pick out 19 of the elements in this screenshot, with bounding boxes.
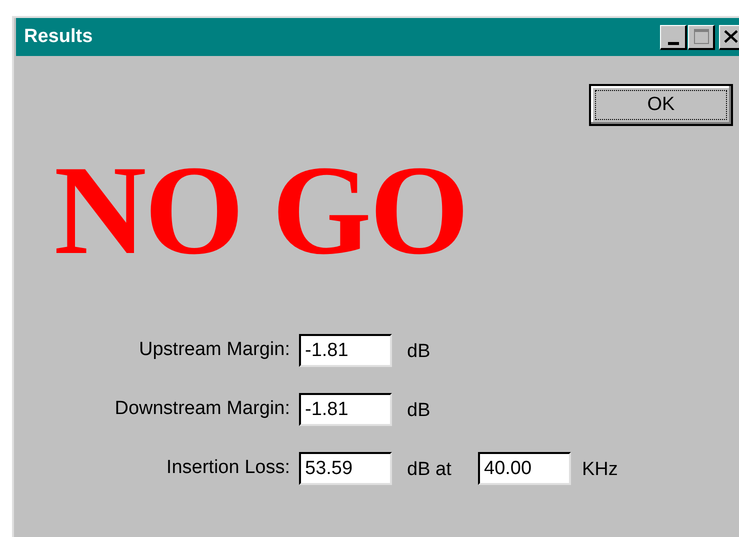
maximize-icon (694, 29, 708, 44)
field-label: Downstream Margin: (114, 397, 290, 422)
ok-button[interactable]: OK (589, 84, 733, 126)
minimize-button[interactable] (660, 24, 687, 50)
field-label: Upstream Margin: (138, 338, 290, 362)
value-field[interactable]: -1.81 (299, 334, 392, 367)
status-verdict: NO GO (53, 146, 468, 256)
minimize-icon (668, 42, 678, 44)
window-title: Results (24, 24, 93, 49)
maximize-button[interactable] (688, 24, 715, 50)
close-icon (724, 30, 738, 43)
unit-label: dB at (407, 458, 452, 482)
field-label: Insertion Loss: (165, 456, 290, 480)
unit-label: dB (407, 399, 430, 424)
value-field[interactable]: 53.59 (299, 452, 392, 485)
value-field[interactable]: 40.00 (478, 452, 571, 485)
unit-label: dB (407, 340, 430, 364)
unit-label: KHz (582, 458, 618, 482)
value-field[interactable]: -1.81 (299, 393, 392, 426)
